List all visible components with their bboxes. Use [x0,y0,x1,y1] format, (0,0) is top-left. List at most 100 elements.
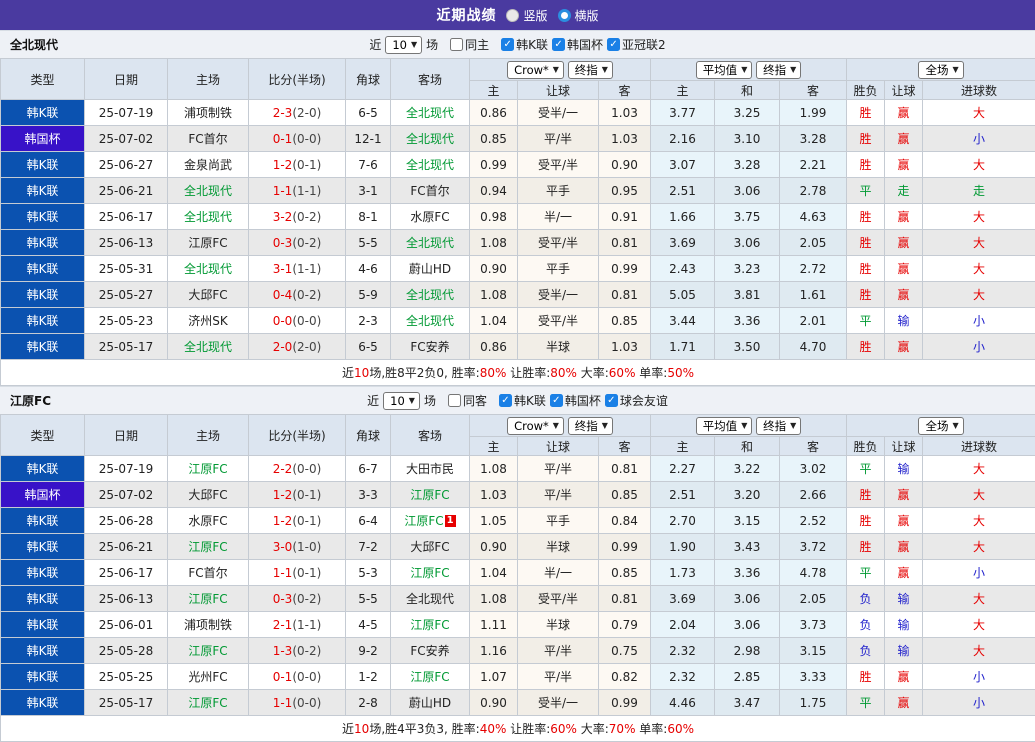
odds-home-cell: 1.05 [470,508,518,534]
checkbox-icon[interactable]: ✓ [501,38,514,51]
sub-header-4: 和 [715,81,780,100]
summary-text: 单率: [635,722,667,736]
checkbox-league-0[interactable]: ✓韩K联 [501,36,548,53]
summary-text: 大率: [577,366,609,380]
odds-group-header: Crow*▼ 终指▼ [470,415,651,437]
odds-source-select[interactable]: Crow*▼ [507,417,564,435]
away-team-cell: 江原FC [391,482,470,508]
recent-count-select[interactable]: 10▼ [383,392,420,410]
corner-cell: 5-3 [346,560,391,586]
checkbox-same-venue[interactable]: 同主 [450,36,489,53]
radio-on-icon[interactable] [558,9,571,22]
team-name: FC安养 [410,340,449,354]
avg-away-cell: 2.05 [780,230,847,256]
handicap-cell: 平/半 [518,456,599,482]
date-cell: 25-05-17 [85,334,168,360]
col-header-3: 比分(半场) [249,415,346,456]
summary-text: 近 [342,722,354,736]
sub-header-5: 客 [780,437,847,456]
halftime-score: (0-2) [292,644,321,658]
odds-group-header: Crow*▼ 终指▼ [470,59,651,81]
checkbox-icon[interactable]: ✓ [605,394,618,407]
title-bar: 近期战绩 竖版 横版 [0,0,1035,30]
corner-cell: 4-5 [346,612,391,638]
checkbox-league-1[interactable]: ✓韩国杯 [552,36,603,53]
avg-home-cell: 3.44 [651,308,715,334]
result-goals-cell: 小 [923,334,1035,360]
league-cell: 韩K联 [1,282,85,308]
result-wdl-cell: 胜 [847,508,885,534]
chevron-down-icon: ▼ [790,63,796,77]
checkbox-league-0[interactable]: ✓韩K联 [499,392,546,409]
odds-away-cell: 0.91 [599,204,651,230]
halftime-score: (0-0) [292,314,321,328]
section-team-name: 全北现代 [10,36,58,53]
avg-away-cell: 1.75 [780,690,847,716]
avg-source-select[interactable]: 平均值▼ [696,417,753,435]
radio-horizontal-layout[interactable]: 横版 [558,7,599,24]
date-cell: 25-06-17 [85,204,168,230]
match-row: 韩K联25-06-01浦项制铁2-1(1-1)4-5江原FC1.11半球0.79… [1,612,1035,638]
avg-away-cell: 4.78 [780,560,847,586]
recent-count-select[interactable]: 10▼ [385,36,422,54]
odds-stage-select[interactable]: 终指▼ [568,417,613,435]
away-team-cell: 江原FC [391,612,470,638]
checkbox-icon[interactable]: ✓ [552,38,565,51]
checkbox-label: 球会友谊 [620,392,668,409]
checkbox-league-1[interactable]: ✓韩国杯 [550,392,601,409]
team-name: 江原FC [188,696,227,710]
scope-select[interactable]: 全场▼ [918,61,963,79]
score-cell: 0-0(0-0) [249,308,346,334]
checkbox-league-2[interactable]: ✓球会友谊 [605,392,668,409]
team-name: 江原FC [410,618,449,632]
checkbox-icon[interactable] [450,38,463,51]
result-goals-cell: 走 [923,178,1035,204]
corner-cell: 7-2 [346,534,391,560]
away-team-cell: FC安养 [391,334,470,360]
halftime-score: (1-1) [292,184,321,198]
odds-away-cell: 0.81 [599,586,651,612]
date-cell: 25-06-28 [85,508,168,534]
avg-draw-cell: 3.36 [715,560,780,586]
fulltime-score: 2-2 [273,462,293,476]
odds-home-cell: 0.90 [470,256,518,282]
sub-header-7: 让球 [885,81,923,100]
avg-source-select[interactable]: 平均值▼ [696,61,753,79]
radio-vertical-layout[interactable]: 竖版 [506,7,547,24]
checkbox-icon[interactable] [448,394,461,407]
result-goals-cell: 大 [923,100,1035,126]
match-row: 韩K联25-05-28江原FC1-3(0-2)9-2FC安养1.16平/半0.7… [1,638,1035,664]
checkbox-icon[interactable]: ✓ [499,394,512,407]
summary-text: 场,胜4平3负3, 胜率: [369,722,479,736]
odds-away-cell: 1.03 [599,100,651,126]
league-cell: 韩国杯 [1,126,85,152]
avg-draw-cell: 3.81 [715,282,780,308]
date-cell: 25-05-31 [85,256,168,282]
sub-header-7: 让球 [885,437,923,456]
avg-stage-select[interactable]: 终指▼ [756,417,801,435]
radio-off-icon[interactable] [506,9,519,22]
avg-stage-select[interactable]: 终指▼ [756,61,801,79]
checkbox-league-2[interactable]: ✓亚冠联2 [607,36,666,53]
fulltime-score: 0-0 [273,314,293,328]
checkbox-icon[interactable]: ✓ [550,394,563,407]
home-team-cell: 浦项制铁 [168,612,249,638]
checkbox-label: 同客 [463,392,487,409]
corner-cell: 9-2 [346,638,391,664]
team-name: 全北现代 [184,184,232,198]
corner-cell: 5-9 [346,282,391,308]
sub-header-3: 主 [651,437,715,456]
odds-stage-select[interactable]: 终指▼ [568,61,613,79]
avg-home-cell: 2.32 [651,638,715,664]
scope-select[interactable]: 全场▼ [918,417,963,435]
fulltime-score: 3-2 [273,210,293,224]
avg-home-cell: 2.32 [651,664,715,690]
fulltime-score: 0-1 [273,132,293,146]
select-value: 终指 [763,419,786,433]
result-handicap-cell: 走 [885,178,923,204]
checkbox-same-venue[interactable]: 同客 [448,392,487,409]
checkbox-icon[interactable]: ✓ [607,38,620,51]
odds-source-select[interactable]: Crow*▼ [507,61,564,79]
avg-away-cell: 2.66 [780,482,847,508]
result-handicap-cell: 赢 [885,256,923,282]
